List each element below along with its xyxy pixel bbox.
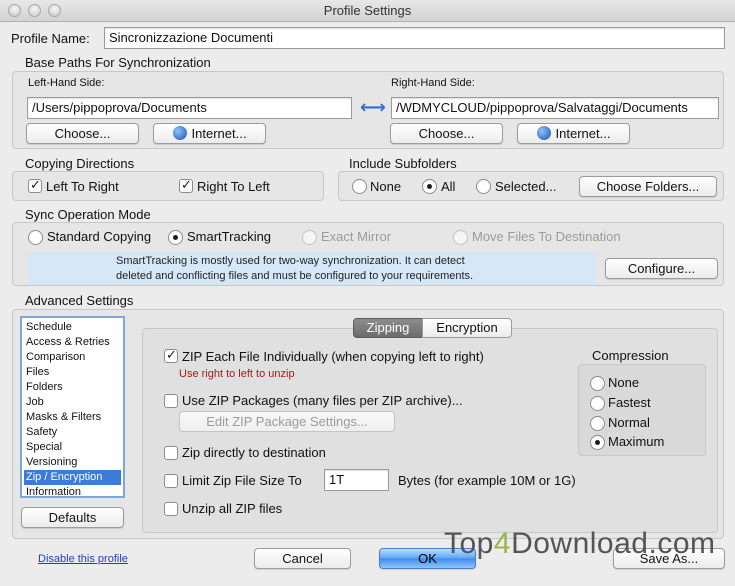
standard-copying-radio[interactable] [28, 230, 43, 245]
globe-icon [172, 126, 187, 140]
list-item[interactable]: Access & Retries [24, 335, 121, 350]
zip-size-input[interactable]: 1T [324, 469, 389, 491]
list-item[interactable]: Special [24, 440, 121, 455]
move-files-radio[interactable] [453, 230, 468, 245]
compression-fastest-radio[interactable] [590, 396, 605, 411]
list-item[interactable]: Versioning [24, 455, 121, 470]
copying-directions-heading: Copying Directions [25, 156, 135, 171]
unzip-all-checkbox[interactable] [164, 502, 178, 516]
choose-folders-button[interactable]: Choose Folders... [579, 176, 717, 197]
compression-maximum-label: Maximum [608, 434, 665, 449]
tab-zipping[interactable]: Zipping [353, 318, 423, 338]
configure-button[interactable]: Configure... [605, 258, 718, 279]
list-item[interactable]: Files [24, 365, 121, 380]
right-choose-button[interactable]: Choose... [390, 123, 503, 144]
zip-directly-checkbox[interactable] [164, 446, 178, 460]
zip-size-hint: Bytes (for example 10M or 1G) [398, 473, 576, 488]
move-files-label: Move Files To Destination [472, 229, 621, 244]
include-subfolders-heading: Include Subfolders [349, 156, 457, 171]
exact-mirror-label: Exact Mirror [321, 229, 392, 244]
right-to-left-checkbox[interactable] [179, 177, 193, 193]
internet-label: Internet... [191, 126, 247, 141]
info-line-1: SmartTracking is mostly used for two-way… [116, 255, 465, 267]
compression-none-label: None [608, 375, 640, 390]
compression-fastest-label: Fastest [608, 395, 651, 410]
smarttracking-info-panel: SmartTracking is mostly used for two-way… [28, 252, 596, 285]
right-internet-button[interactable]: Internet... [517, 123, 630, 144]
list-item[interactable]: Masks & Filters [24, 410, 121, 425]
info-line-2: deleted and conflicting files and must b… [116, 270, 474, 282]
watermark-part1: Top [444, 527, 494, 560]
compression-normal-radio[interactable] [590, 416, 605, 431]
limit-zip-size-label: Limit Zip File Size To [182, 473, 302, 488]
list-item-selected[interactable]: Zip / Encryption [24, 470, 121, 485]
compression-none-radio[interactable] [590, 376, 605, 391]
left-choose-button[interactable]: Choose... [26, 123, 139, 144]
left-path-input[interactable]: /Users/pippoprova/Documents [27, 97, 352, 119]
subfolders-all-radio[interactable] [422, 179, 437, 194]
limit-zip-size-checkbox[interactable] [164, 474, 178, 488]
zip-packages-label: Use ZIP Packages (many files per ZIP arc… [182, 393, 463, 408]
right-side-label: Right-Hand Side: [391, 77, 475, 89]
list-item[interactable]: Job [24, 395, 121, 410]
left-side-label: Left-Hand Side: [28, 77, 105, 89]
left-internet-button[interactable]: Internet... [153, 123, 266, 144]
list-item[interactable]: Schedule [24, 320, 121, 335]
defaults-button[interactable]: Defaults [21, 507, 124, 528]
zip-each-file-checkbox[interactable] [164, 347, 178, 363]
list-item[interactable]: Information [24, 485, 121, 500]
cancel-button[interactable]: Cancel [254, 548, 351, 569]
sync-mode-heading: Sync Operation Mode [25, 207, 151, 222]
right-path-input[interactable]: /WDMYCLOUD/pippoprova/Salvataggi/Documen… [391, 97, 719, 119]
globe-icon [536, 126, 551, 140]
zip-packages-checkbox[interactable] [164, 394, 178, 408]
list-item[interactable]: Safety [24, 425, 121, 440]
subfolders-selected-label: Selected... [495, 179, 557, 194]
right-to-left-label: Right To Left [197, 179, 270, 194]
smarttracking-label: SmartTracking [187, 229, 272, 244]
profile-name-input[interactable]: Sincronizzazione Documenti [104, 27, 725, 49]
left-to-right-label: Left To Right [46, 179, 119, 194]
compression-normal-label: Normal [608, 415, 650, 430]
subfolders-none-radio[interactable] [352, 179, 367, 194]
zip-each-file-hint: Use right to left to unzip [179, 368, 295, 380]
subfolders-selected-radio[interactable] [476, 179, 491, 194]
watermark-part2: 4 [493, 527, 512, 560]
list-item[interactable]: Comparison [24, 350, 121, 365]
zip-each-file-label: ZIP Each File Individually (when copying… [182, 349, 484, 364]
tab-encryption[interactable]: Encryption [422, 318, 512, 338]
left-to-right-checkbox[interactable] [28, 177, 42, 193]
advanced-settings-list[interactable]: Schedule Access & Retries Comparison Fil… [20, 316, 125, 498]
unzip-all-label: Unzip all ZIP files [182, 501, 283, 516]
smarttracking-radio[interactable] [168, 230, 183, 245]
list-item[interactable]: Folders [24, 380, 121, 395]
watermark-logo: Top4Download.com [444, 527, 716, 561]
disable-profile-link[interactable]: Disable this profile [38, 553, 128, 565]
compression-maximum-radio[interactable] [590, 435, 605, 450]
edit-zip-package-button[interactable]: Edit ZIP Package Settings... [179, 411, 395, 432]
exact-mirror-radio[interactable] [302, 230, 317, 245]
profile-name-label: Profile Name: [11, 31, 90, 46]
subfolders-all-label: All [441, 179, 456, 194]
swap-sides-icon[interactable]: ⟷ [360, 97, 386, 118]
advanced-settings-heading: Advanced Settings [25, 293, 134, 308]
compression-heading: Compression [592, 348, 669, 363]
base-paths-heading: Base Paths For Synchronization [25, 55, 211, 70]
internet-label: Internet... [555, 126, 611, 141]
standard-copying-label: Standard Copying [47, 229, 152, 244]
watermark-part3: Download.com [511, 527, 716, 560]
window-title: Profile Settings [323, 3, 412, 18]
zip-directly-label: Zip directly to destination [182, 445, 326, 460]
subfolders-none-label: None [370, 179, 402, 194]
